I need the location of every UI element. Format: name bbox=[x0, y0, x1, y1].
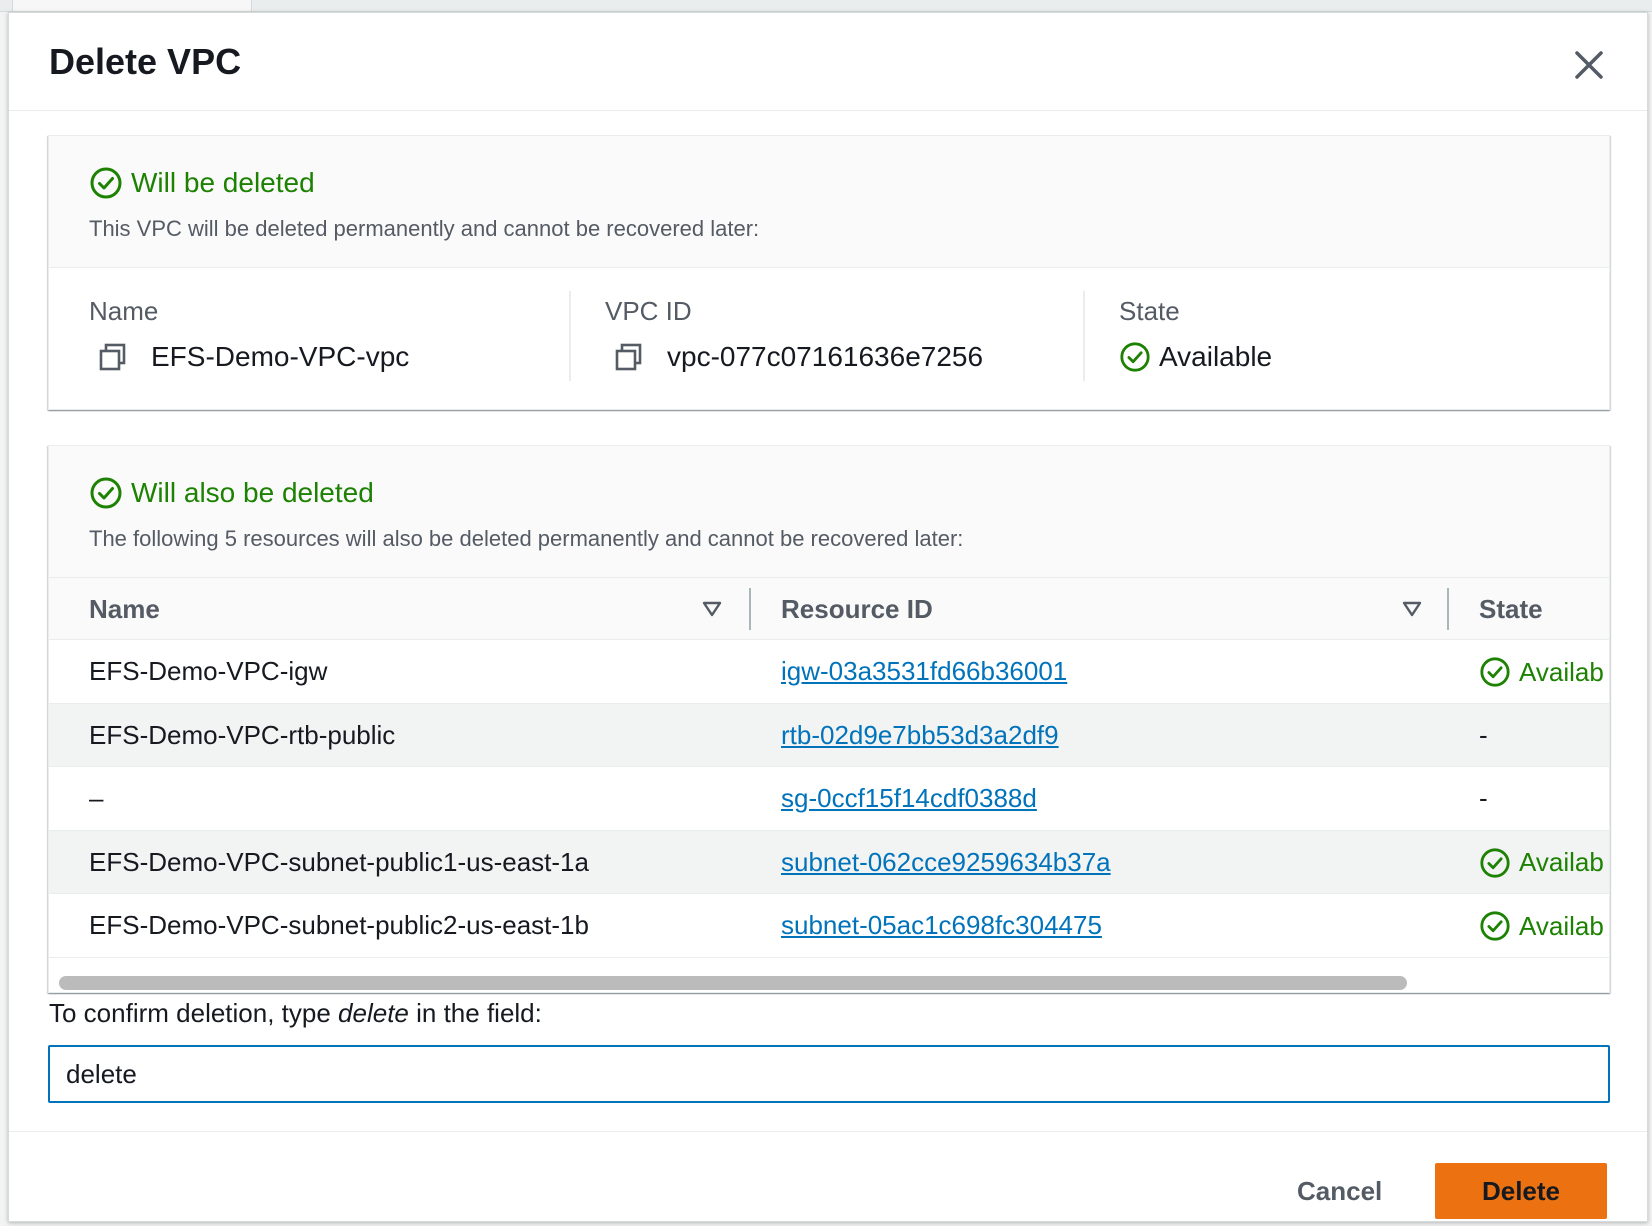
column-header-name[interactable]: Name bbox=[89, 594, 160, 625]
confirm-label-suffix: in the field: bbox=[408, 998, 542, 1028]
delete-button[interactable]: Delete bbox=[1435, 1163, 1607, 1219]
vpc-id-label: VPC ID bbox=[605, 296, 692, 326]
table-row: EFS-Demo-VPC-subnet-public1-us-east-1a s… bbox=[49, 830, 1609, 894]
close-icon bbox=[1575, 51, 1603, 79]
column-header-resource-id[interactable]: Resource ID bbox=[781, 594, 933, 625]
heading-description: The following 5 resources will also be d… bbox=[89, 526, 964, 551]
name-value: EFS-Demo-VPC-vpc bbox=[151, 341, 410, 372]
card-header: Will be deleted This VPC will be deleted… bbox=[49, 136, 1609, 268]
resource-id-link[interactable]: sg-0ccf15f14cdf0388d bbox=[781, 783, 1037, 814]
resource-id-link[interactable]: subnet-062cce9259634b37a bbox=[781, 847, 1111, 878]
name-label: Name bbox=[89, 296, 159, 326]
table-row: EFS-Demo-VPC-subnet-public2-us-east-1b s… bbox=[49, 894, 1609, 958]
status-success-icon bbox=[1120, 342, 1150, 372]
will-also-be-deleted-heading: Will also be deleted bbox=[89, 476, 374, 510]
cell-name: EFS-Demo-VPC-igw bbox=[89, 656, 328, 686]
cell-state: Availab bbox=[1479, 656, 1604, 688]
vpc-id-field: VPC ID vpc-077c07161636e7256 bbox=[605, 296, 983, 373]
name-field: Name EFS-Demo-VPC-vpc bbox=[89, 296, 409, 373]
state-text: - bbox=[1479, 719, 1488, 750]
state-text: Availab bbox=[1519, 847, 1604, 877]
sort-caret-icon[interactable] bbox=[701, 598, 723, 620]
copy-icon[interactable] bbox=[97, 341, 129, 373]
cell-state: Availab bbox=[1479, 910, 1604, 942]
background-tab bbox=[12, 0, 252, 12]
heading-description: This VPC will be deleted permanently and… bbox=[89, 216, 760, 241]
vpc-id-value: vpc-077c07161636e7256 bbox=[667, 341, 984, 372]
confirm-label: To confirm deletion, type delete in the … bbox=[49, 998, 542, 1029]
status-success-icon bbox=[90, 477, 122, 509]
card-header: Will also be deleted The following 5 res… bbox=[49, 446, 1609, 578]
status-success-icon bbox=[1480, 657, 1510, 687]
sort-caret-icon[interactable] bbox=[1401, 598, 1423, 620]
resource-id-link[interactable]: subnet-05ac1c698fc304475 bbox=[781, 910, 1102, 941]
state-text: - bbox=[1479, 783, 1488, 813]
horizontal-scrollbar[interactable] bbox=[51, 972, 1607, 992]
footer-divider bbox=[9, 1131, 1647, 1132]
delete-vpc-modal: Delete VPC Will be deleted This VPC will… bbox=[8, 12, 1648, 1222]
state-field: State Available bbox=[1119, 296, 1272, 373]
table-header: Name Resource ID State bbox=[49, 578, 1609, 640]
copy-icon[interactable] bbox=[613, 341, 645, 373]
confirm-label-keyword: delete bbox=[338, 998, 409, 1028]
vpc-id-value-row: vpc-077c07161636e7256 bbox=[605, 341, 983, 373]
will-also-be-deleted-card: Will also be deleted The following 5 res… bbox=[48, 445, 1610, 993]
cancel-button[interactable]: Cancel bbox=[1275, 1163, 1404, 1219]
close-button[interactable] bbox=[1567, 43, 1611, 87]
column-header-state[interactable]: State bbox=[1479, 594, 1543, 625]
status-success-icon bbox=[1480, 847, 1510, 878]
state-label: State bbox=[1119, 296, 1180, 326]
status-success-icon bbox=[1480, 911, 1510, 941]
confirm-delete-input[interactable] bbox=[48, 1045, 1610, 1103]
cell-name: – bbox=[89, 783, 104, 813]
will-be-deleted-card: Will be deleted This VPC will be deleted… bbox=[48, 135, 1610, 410]
table-row: EFS-Demo-VPC-rtb-public rtb-02d9e7bb53d3… bbox=[49, 703, 1609, 767]
heading-text: Will also be deleted bbox=[131, 477, 374, 508]
confirm-label-prefix: To confirm deletion, type bbox=[49, 998, 339, 1028]
heading-text: Will be deleted bbox=[131, 167, 315, 198]
cell-name: EFS-Demo-VPC-rtb-public bbox=[89, 719, 396, 750]
modal-header: Delete VPC bbox=[9, 13, 1647, 111]
state-value: Available bbox=[1159, 341, 1273, 372]
state-value-row: Available bbox=[1119, 341, 1272, 373]
modal-title: Delete VPC bbox=[49, 41, 242, 82]
state-text: Availab bbox=[1519, 656, 1604, 687]
name-value-row: EFS-Demo-VPC-vpc bbox=[89, 341, 409, 373]
will-be-deleted-heading: Will be deleted bbox=[89, 166, 315, 200]
cell-state: Availab bbox=[1479, 847, 1604, 879]
column-resizer[interactable] bbox=[1447, 588, 1449, 630]
resource-id-link[interactable]: rtb-02d9e7bb53d3a2df9 bbox=[781, 720, 1059, 751]
column-divider bbox=[569, 291, 571, 381]
state-text: Availab bbox=[1519, 910, 1604, 941]
column-resizer[interactable] bbox=[749, 588, 751, 630]
table-row: – sg-0ccf15f14cdf0388d - bbox=[49, 767, 1609, 831]
resource-id-link[interactable]: igw-03a3531fd66b36001 bbox=[781, 656, 1067, 687]
table-body: EFS-Demo-VPC-igw igw-03a3531fd66b36001 A… bbox=[49, 640, 1609, 958]
cell-state: - bbox=[1479, 720, 1488, 751]
cell-name: EFS-Demo-VPC-subnet-public1-us-east-1a bbox=[89, 846, 589, 877]
cell-name: EFS-Demo-VPC-subnet-public2-us-east-1b bbox=[89, 910, 589, 940]
status-success-icon bbox=[90, 167, 122, 199]
scrollbar-thumb[interactable] bbox=[59, 976, 1407, 990]
table-row: EFS-Demo-VPC-igw igw-03a3531fd66b36001 A… bbox=[49, 640, 1609, 704]
column-divider bbox=[1083, 291, 1085, 381]
cell-state: - bbox=[1479, 783, 1488, 814]
